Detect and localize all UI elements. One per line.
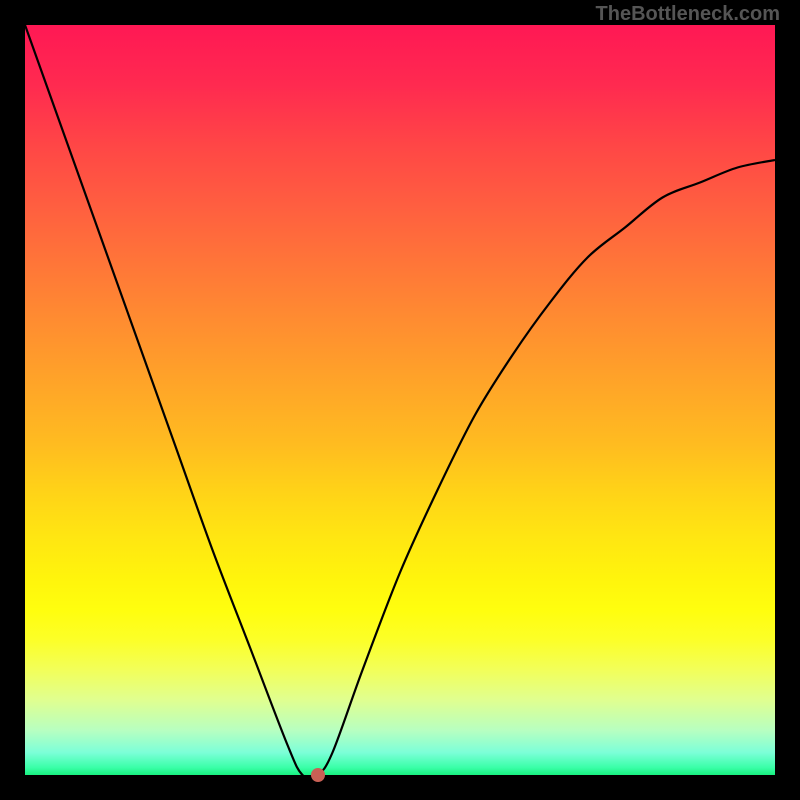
bottleneck-curve bbox=[25, 25, 775, 775]
chart-plot-area bbox=[25, 25, 775, 775]
watermark-text: TheBottleneck.com bbox=[596, 3, 780, 26]
optimal-point-marker bbox=[311, 768, 325, 782]
